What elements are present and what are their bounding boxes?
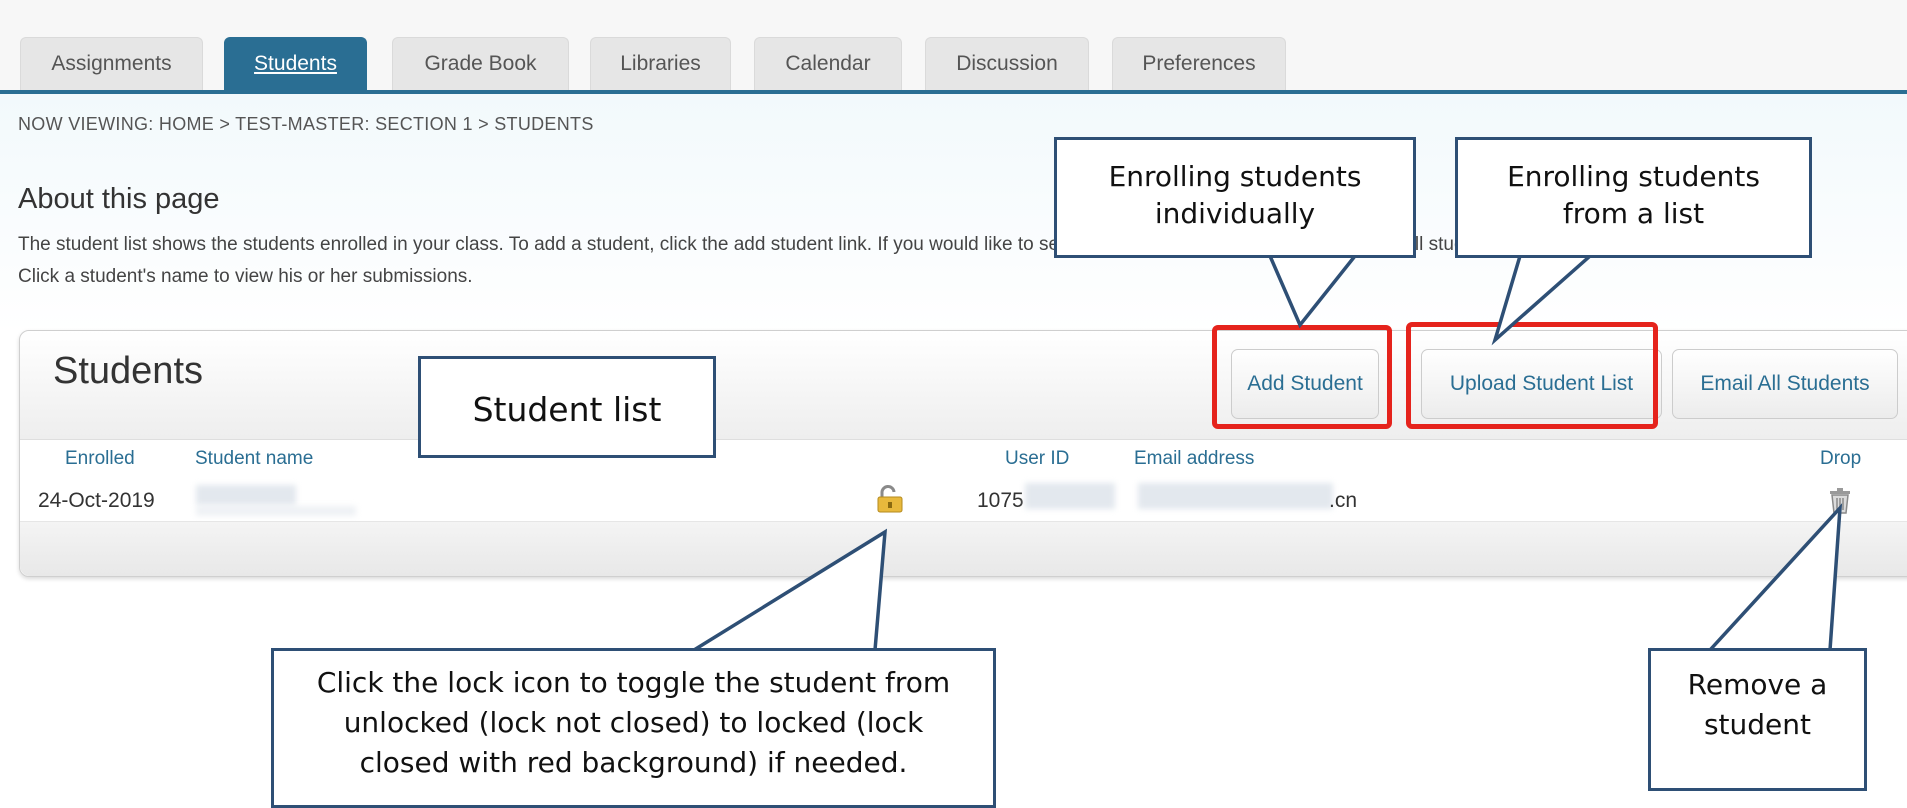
- callout-lock-line1: Click the lock icon to toggle the studen…: [316, 666, 951, 699]
- callout-remove-line2: student: [1703, 708, 1812, 741]
- callout-remove-line1: Remove a: [1687, 668, 1828, 701]
- pointer-remove-student: [1706, 503, 1843, 652]
- callout-remove-student: Remove a student: [1648, 648, 1867, 791]
- callout-lock-line3: closed with red background) if needed.: [359, 746, 908, 779]
- callout-student-list-text: Student list: [472, 390, 662, 429]
- pointer-lock-icon: [687, 528, 888, 652]
- callout-enroll-from-list-text: Enrolling students from a list: [1507, 160, 1760, 230]
- callout-student-list: Student list: [418, 356, 716, 458]
- callout-enroll-individually: Enrolling students individually: [1054, 137, 1416, 258]
- pointer-enroll-individually: [1267, 254, 1359, 329]
- callout-enroll-from-list: Enrolling students from a list: [1455, 137, 1812, 258]
- callout-enroll-individually-text: Enrolling students individually: [1108, 160, 1362, 230]
- callout-lock-line2: unlocked (lock not closed) to locked (lo…: [343, 706, 924, 739]
- callout-lock-icon: Click the lock icon to toggle the studen…: [271, 648, 996, 808]
- pointer-enroll-from-list: [1491, 254, 1595, 346]
